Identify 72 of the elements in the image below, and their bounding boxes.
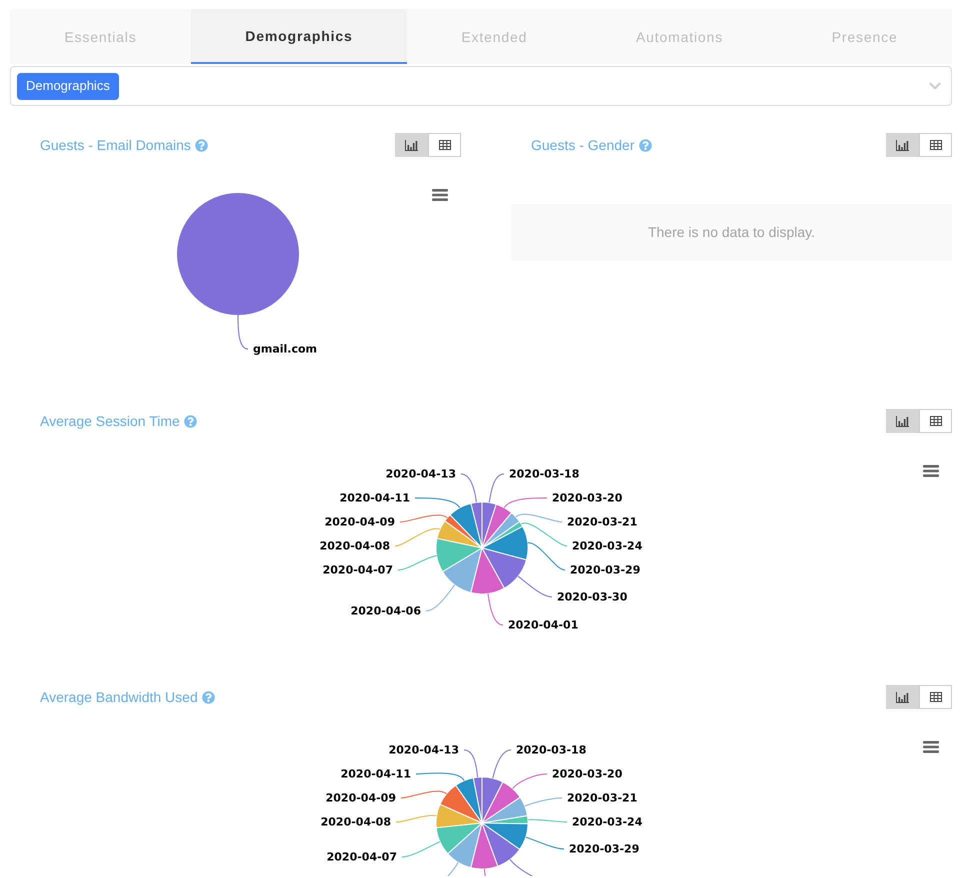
tab[interactable]: Extended: [406, 9, 582, 64]
tab[interactable]: Essentials: [10, 9, 191, 64]
leader-line: [400, 514, 448, 522]
table-icon: [438, 140, 450, 150]
leader-line: [426, 584, 456, 612]
slice-label: 2020-03-21: [567, 516, 638, 528]
slice-label: 2020-03-18: [509, 468, 580, 480]
tab[interactable]: Automations: [582, 9, 778, 64]
table-view-button[interactable]: [919, 409, 952, 433]
slice-label: 2020-03-20: [552, 768, 622, 780]
leader-line: [400, 790, 447, 798]
leader-line: [238, 314, 248, 350]
table-icon: [930, 140, 942, 150]
leader-line: [394, 528, 440, 546]
slice-label: 2020-04-08: [320, 540, 390, 552]
leader-line: [488, 593, 504, 626]
filter-chip: Demographics: [17, 72, 119, 100]
bar-chart-icon: [896, 416, 909, 426]
leader-line: [518, 576, 552, 598]
menu-icon: [923, 465, 939, 477]
chart-view-button[interactable]: [395, 133, 428, 157]
panel-title: Guests - Email Domains: [40, 136, 191, 154]
leader-line: [524, 798, 562, 807]
chart-view-button[interactable]: [886, 133, 919, 157]
slice-label: 2020-04-07: [322, 564, 393, 576]
slice-label: 2020-03-29: [570, 564, 640, 576]
no-data-message: There is no data to display.: [511, 204, 952, 261]
slice-label: 2020-04-08: [320, 816, 391, 828]
tab[interactable]: Presence: [777, 9, 952, 64]
bar-chart-icon: [896, 692, 909, 702]
leader-line: [525, 836, 564, 850]
slice-label: 2020-03-24: [572, 540, 642, 552]
leader-line: [527, 542, 566, 570]
slice-label: 2020-04-11: [340, 492, 410, 504]
table-view-button[interactable]: [428, 133, 461, 157]
chart-menu-button[interactable]: [923, 741, 939, 753]
slice-label: 2020-03-24: [572, 816, 642, 828]
chart-menu-button[interactable]: [432, 189, 448, 201]
panel-title: Guests - Gender: [531, 136, 634, 154]
table-view-button[interactable]: [919, 685, 952, 709]
table-icon: [930, 692, 942, 702]
panel-title: Average Bandwidth Used: [40, 688, 198, 707]
slice-label: 2020-04-09: [324, 516, 395, 528]
bar-chart-icon: [405, 140, 418, 150]
slice-label: 2020-04-11: [340, 768, 411, 780]
slice-label: 2020-03-20: [552, 492, 622, 504]
leader-line: [402, 841, 440, 858]
chart-view-button[interactable]: [886, 409, 919, 433]
leader-line: [527, 819, 568, 822]
slice-label: 2020-04-07: [326, 850, 397, 864]
panel-title: Average Session Time: [40, 412, 180, 431]
menu-icon: [432, 189, 448, 201]
leader-line: [398, 555, 438, 570]
slice-label: gmail.com: [253, 342, 318, 356]
slice-label: 2020-03-29: [569, 842, 640, 856]
bar-chart-icon: [896, 140, 909, 150]
chart-menu-button[interactable]: [923, 465, 939, 477]
slice-label: 2020-04-09: [326, 792, 396, 804]
table-view-button[interactable]: [919, 133, 952, 157]
leader-line: [396, 815, 438, 822]
slice-label: 2020-04-13: [388, 744, 459, 756]
slice-label: 2020-03-30: [557, 590, 628, 604]
tab[interactable]: Demographics: [190, 9, 407, 64]
slice-label: 2020-04-06: [350, 604, 421, 618]
slice-label: 2020-03-21: [567, 792, 638, 804]
slice-label: 2020-03-18: [516, 744, 586, 756]
slice-label: 2020-04-13: [386, 468, 456, 480]
table-icon: [930, 416, 942, 426]
filter-select[interactable]: Demographics: [10, 66, 952, 106]
slice-label: 2020-04-01: [508, 618, 578, 632]
menu-icon: [923, 741, 939, 753]
chart-view-button[interactable]: [886, 685, 919, 709]
